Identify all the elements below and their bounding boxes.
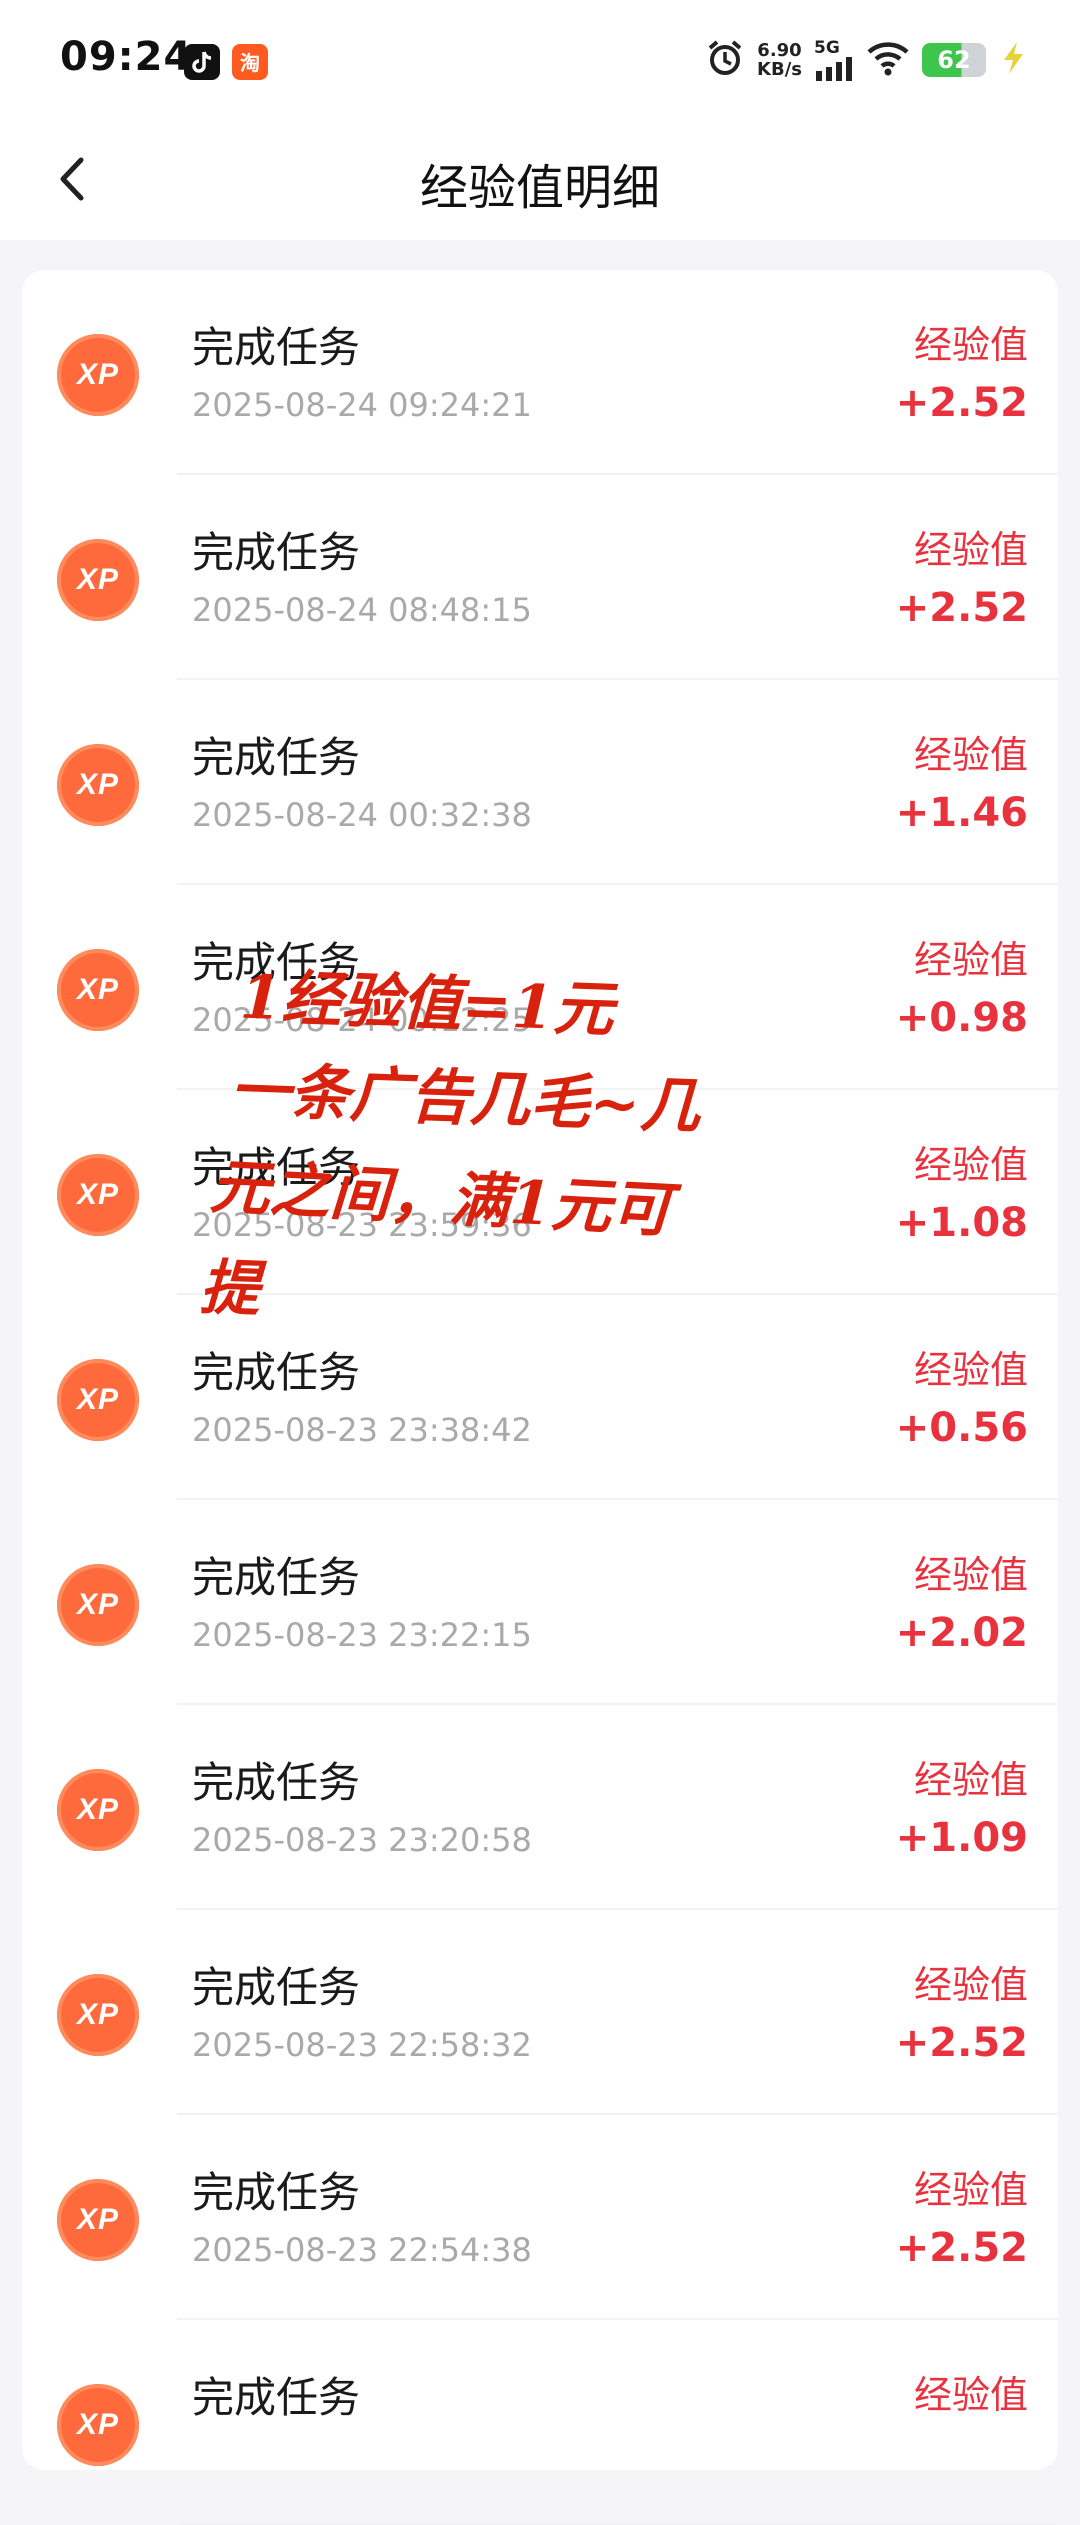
record-title: 完成任务 (192, 733, 361, 782)
record-time: 2025-08-23 23:20:58 (192, 1821, 532, 1859)
record-title: 完成任务 (192, 1143, 361, 1192)
record-type-label: 经验值 (913, 1758, 1028, 1802)
record-type-label: 经验值 (913, 323, 1028, 367)
record-time: 2025-08-23 22:54:38 (192, 2231, 532, 2269)
records-card: XP 完成任务 2025-08-24 09:24:21 经验值 +2.52 XP 完成任务 2… (22, 270, 1058, 2525)
status-bar: 09:24 淘 6.90 KB/s 5G 62 (0, 0, 1080, 120)
record-value: +1.08 (895, 1200, 1028, 1246)
page-title: 经验值明细 (419, 160, 660, 216)
network-speed-value: 6.90 (757, 40, 802, 61)
record-value: +0.56 (895, 1405, 1028, 1451)
record-value: +2.52 (895, 380, 1028, 426)
xp-icon: XP (57, 1564, 139, 1646)
status-right-group: 6.90 KB/s 5G 62 (705, 36, 1028, 84)
alarm-icon (705, 38, 745, 82)
record-type-label: 经验值 (913, 2168, 1028, 2212)
record-row[interactable]: XP 完成任务 2025-08-23 23:38:42 经验值 +0.56 (22, 1295, 1058, 1500)
record-title: 完成任务 (192, 2168, 361, 2217)
record-title: 完成任务 (192, 1553, 361, 1602)
record-value: +0.98 (895, 995, 1028, 1041)
record-time: 2025-08-24 00:12:25 (192, 1001, 532, 1039)
record-title: 完成任务 (192, 323, 361, 372)
record-time: 2025-08-23 23:38:42 (192, 1411, 532, 1449)
record-value: +1.46 (895, 790, 1028, 836)
xp-icon: XP (57, 539, 139, 621)
record-time: 2025-08-23 23:22:15 (192, 1616, 532, 1654)
record-time: 2025-08-23 22:58:32 (192, 2026, 532, 2064)
svg-text:淘: 淘 (240, 51, 260, 75)
tiktok-icon (184, 44, 220, 80)
xp-icon: XP (57, 1974, 139, 2056)
record-row[interactable]: XP 完成任务 2025-08-23 22:54:38 经验值 +2.52 (22, 2115, 1058, 2320)
xp-icon: XP (57, 744, 139, 826)
xp-icon: XP (57, 2179, 139, 2261)
xp-icon: XP (57, 1154, 139, 1236)
record-value: +2.52 (895, 2225, 1028, 2271)
record-value: +2.52 (895, 585, 1028, 631)
xp-icon: XP (57, 1769, 139, 1851)
record-row[interactable]: XP 完成任务 2025-08-23 22:58:32 经验值 +2.52 (22, 1910, 1058, 2115)
signal-icon: 5G (814, 37, 854, 81)
record-row[interactable]: XP 完成任务 2025-08-23 23:20:58 经验值 +1.09 (22, 1705, 1058, 1910)
status-time: 09:24 (60, 34, 193, 80)
record-title: 完成任务 (192, 1348, 361, 1397)
record-title: 完成任务 (192, 2373, 361, 2422)
record-row[interactable]: XP 完成任务 2025-08-23 23:22:15 经验值 +2.02 (22, 1500, 1058, 1705)
record-row[interactable]: XP 完成任务 2025-08-24 09:24:21 经验值 +2.52 (22, 270, 1058, 475)
record-title: 完成任务 (192, 1758, 361, 1807)
network-speed: 6.90 KB/s (757, 41, 802, 79)
wifi-icon (866, 40, 910, 80)
record-row[interactable]: XP 完成任务 经验值 (22, 2320, 1058, 2525)
xp-icon: XP (57, 949, 139, 1031)
network-type: 5G (814, 37, 840, 58)
record-time: 2025-08-24 09:24:21 (192, 386, 532, 424)
xp-icon: XP (57, 1359, 139, 1441)
network-speed-unit: KB/s (757, 59, 802, 80)
record-value: +2.52 (895, 2020, 1028, 2066)
record-type-label: 经验值 (913, 1143, 1028, 1187)
record-time: 2025-08-24 00:32:38 (192, 796, 532, 834)
battery-indicator: 62 (922, 43, 986, 77)
record-value: +2.02 (895, 1610, 1028, 1656)
record-value: +1.09 (895, 1815, 1028, 1861)
record-type-label: 经验值 (913, 1553, 1028, 1597)
record-title: 完成任务 (192, 1963, 361, 2012)
record-title: 完成任务 (192, 528, 361, 577)
record-row[interactable]: XP 完成任务 2025-08-24 00:32:38 经验值 +1.46 (22, 680, 1058, 885)
xp-icon: XP (57, 334, 139, 416)
record-time: 2025-08-23 23:59:36 (192, 1206, 532, 1244)
record-type-label: 经验值 (913, 1963, 1028, 2007)
record-type-label: 经验值 (913, 1348, 1028, 1392)
xp-icon: XP (57, 2384, 139, 2466)
record-type-label: 经验值 (913, 733, 1028, 777)
charging-icon (998, 40, 1028, 80)
record-row[interactable]: XP 完成任务 2025-08-24 00:12:25 经验值 +0.98 (22, 885, 1058, 1090)
record-title: 完成任务 (192, 938, 361, 987)
navigation-bar: 经验值明细 (0, 120, 1080, 240)
record-type-label: 经验值 (913, 2373, 1028, 2417)
record-row[interactable]: XP 完成任务 2025-08-23 23:59:36 经验值 +1.08 (22, 1090, 1058, 1295)
record-type-label: 经验值 (913, 528, 1028, 572)
record-row[interactable]: XP 完成任务 2025-08-24 08:48:15 经验值 +2.52 (22, 475, 1058, 680)
taobao-icon: 淘 (232, 44, 268, 80)
record-time: 2025-08-24 08:48:15 (192, 591, 532, 629)
record-type-label: 经验值 (913, 938, 1028, 982)
battery-level: 62 (937, 46, 971, 74)
